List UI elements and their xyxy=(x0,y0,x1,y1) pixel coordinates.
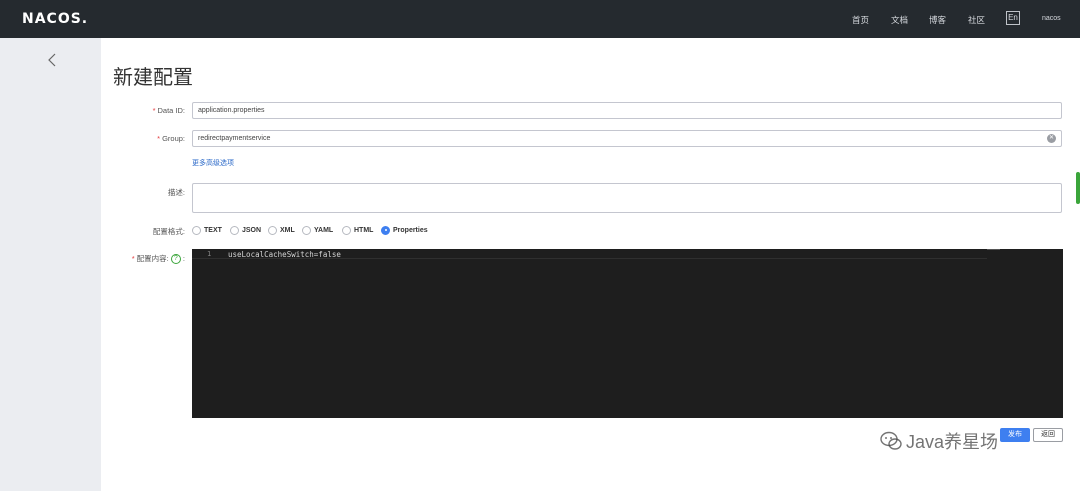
nav-item-blog[interactable]: 博客 xyxy=(929,14,946,26)
nacos-logo[interactable]: NACOS. xyxy=(22,11,88,27)
watermark-text: Java养星场 xyxy=(906,432,999,452)
user-name[interactable]: nacos xyxy=(1042,15,1061,22)
radio-html[interactable]: HTML xyxy=(342,224,373,236)
code-editor[interactable]: 1 useLocalCacheSwitch=false xyxy=(192,249,1063,418)
advanced-options-link[interactable]: 更多高级选项 xyxy=(192,158,234,168)
radio-xml[interactable]: XML xyxy=(268,224,295,236)
code-line[interactable]: useLocalCacheSwitch=false xyxy=(228,250,341,259)
radio-dot-icon xyxy=(192,225,201,235)
radio-dot-selected-icon xyxy=(381,225,390,235)
top-nav-bar: NACOS. 首页 文档 博客 社区 En nacos xyxy=(0,0,1080,38)
data-id-input[interactable]: application.properties xyxy=(192,102,1062,119)
page-title: 新建配置 xyxy=(113,65,193,89)
radio-properties[interactable]: Properties xyxy=(381,224,428,236)
radio-dot-icon xyxy=(302,225,311,235)
back-button[interactable]: 返回 xyxy=(1033,428,1063,442)
radio-dot-icon xyxy=(230,225,239,235)
radio-text[interactable]: TEXT xyxy=(192,224,222,236)
watermark: Java养星场 xyxy=(880,428,998,454)
radio-yaml[interactable]: YAML xyxy=(302,224,333,236)
nav-item-home[interactable]: 首页 xyxy=(852,14,869,26)
content-label: * 配置内容: ? : xyxy=(131,254,185,265)
format-label: 配置格式: xyxy=(152,227,185,236)
group-input[interactable]: redirectpaymentservice ✕ xyxy=(192,130,1062,147)
sidebar xyxy=(0,38,101,491)
language-toggle-button[interactable]: En xyxy=(1006,11,1020,25)
description-textarea[interactable] xyxy=(192,183,1062,213)
data-id-label: * Data ID: xyxy=(152,106,185,115)
publish-button[interactable]: 发布 xyxy=(1000,428,1030,442)
radio-dot-icon xyxy=(342,225,351,235)
chevron-left-icon[interactable] xyxy=(46,52,58,68)
radio-json[interactable]: JSON xyxy=(230,224,261,236)
nav-item-docs[interactable]: 文档 xyxy=(891,14,908,26)
clear-icon[interactable]: ✕ xyxy=(1047,134,1056,143)
help-icon[interactable]: ? xyxy=(170,254,181,265)
page-scrollbar[interactable] xyxy=(1076,172,1080,204)
description-label: 描述: xyxy=(167,188,185,197)
nav-item-community[interactable]: 社区 xyxy=(968,14,985,26)
radio-dot-icon xyxy=(268,225,277,235)
wechat-icon xyxy=(880,431,902,450)
line-number: 1 xyxy=(207,250,212,258)
group-label: * Group: xyxy=(157,134,185,143)
editor-scroll-indicator xyxy=(987,249,1000,250)
